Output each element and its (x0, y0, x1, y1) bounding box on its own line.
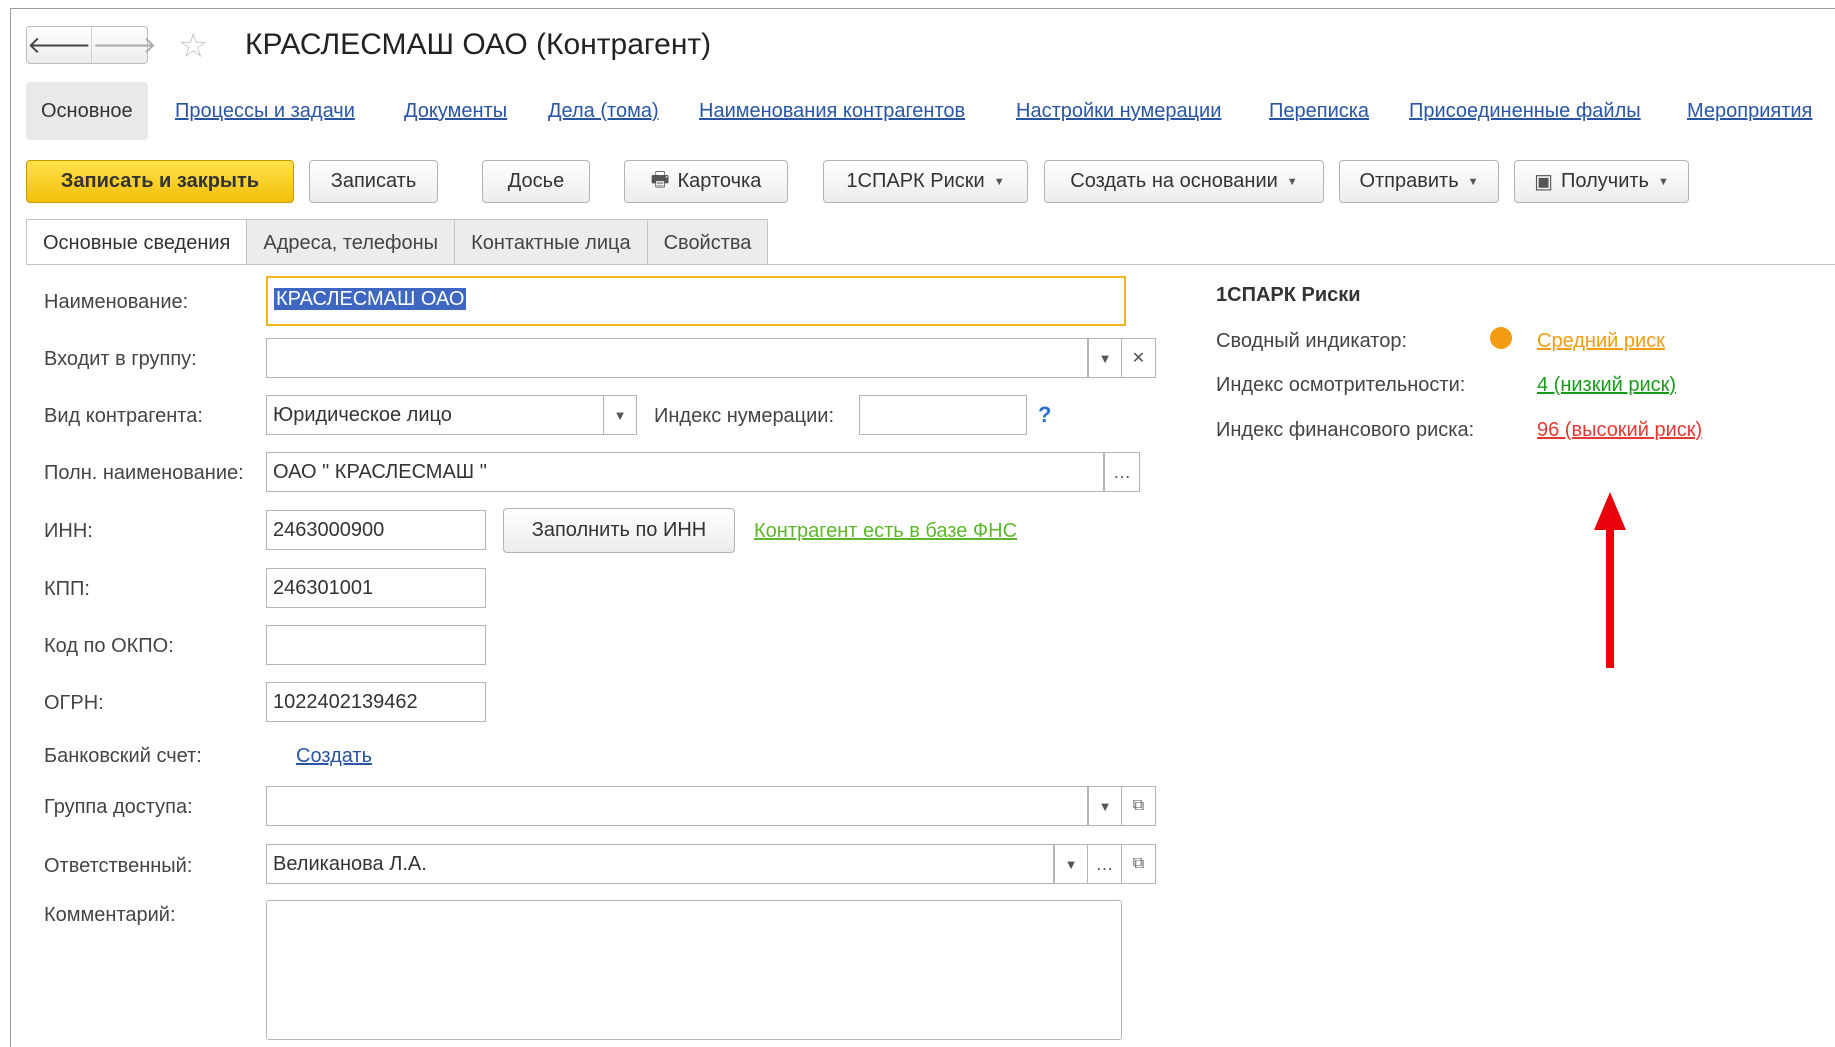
access-group-open-icon[interactable]: ⧉ (1122, 786, 1156, 826)
access-group-dropdown-icon[interactable]: ▼ (1088, 786, 1122, 826)
nav-item-attached-files[interactable]: Присоединенные файлы (1409, 100, 1641, 123)
kpp-field[interactable]: 246301001 (266, 568, 486, 608)
nav-item-numbering-settings[interactable]: Настройки нумерации (1016, 100, 1221, 123)
dossier-button[interactable]: Досье (482, 160, 590, 203)
group-label: Входит в группу: (44, 348, 197, 370)
tab-addresses-phones[interactable]: Адреса, телефоны (247, 219, 456, 265)
dropdown-caret-icon: ▼ (1467, 175, 1479, 188)
save-button[interactable]: Записать (309, 160, 438, 203)
group-clear-icon[interactable]: ✕ (1122, 338, 1156, 378)
access-group-label: Группа доступа: (44, 796, 193, 818)
nav-item-documents[interactable]: Документы (404, 100, 507, 123)
receive-button[interactable]: ▣ Получить ▼ (1514, 160, 1689, 203)
financial-risk-link[interactable]: 96 (высокий риск) (1537, 419, 1702, 442)
create-based-on-button[interactable]: Создать на основании ▼ (1044, 160, 1324, 203)
fill-by-inn-button[interactable]: Заполнить по ИНН (503, 508, 735, 553)
send-button[interactable]: Отправить ▼ (1339, 160, 1499, 203)
spark-risks-button[interactable]: 1СПАРК Риски ▼ (823, 160, 1028, 203)
kpp-label: КПП: (44, 578, 90, 600)
nav-item-files-volumes[interactable]: Дела (тома) (548, 100, 659, 123)
access-group-field[interactable] (266, 786, 1088, 826)
name-field[interactable]: КРАСЛЕСМАШ ОАО (266, 276, 1126, 326)
nav-item-correspondence[interactable]: Переписка (1269, 100, 1369, 123)
spark-risks-title: 1СПАРК Риски (1216, 284, 1361, 306)
inn-label: ИНН: (44, 520, 93, 542)
numbering-field[interactable] (859, 395, 1027, 435)
okpo-label: Код по ОКПО: (44, 635, 174, 657)
fullname-edit-icon[interactable]: … (1104, 452, 1140, 492)
responsible-field[interactable]: Великанова Л.А. (266, 844, 1054, 884)
name-label: Наименование: (44, 291, 189, 313)
history-nav: 🡐 🡒 (26, 26, 157, 64)
card-button[interactable]: 🖶 Карточка (624, 160, 788, 203)
printer-icon: 🖶 (650, 168, 670, 191)
forward-arrow-icon[interactable]: 🡒 (92, 27, 156, 63)
diligence-index-link[interactable]: 4 (низкий риск) (1537, 374, 1676, 397)
diligence-index-label: Индекс осмотрительности: (1216, 374, 1466, 396)
responsible-dropdown-icon[interactable]: ▼ (1054, 844, 1088, 884)
tab-properties[interactable]: Свойства (647, 219, 769, 265)
okpo-field[interactable] (266, 625, 486, 665)
bank-account-label: Банковский счет: (44, 745, 202, 767)
tab-divider (26, 264, 1835, 265)
back-arrow-icon[interactable]: 🡐 (27, 27, 93, 63)
favorite-star-icon[interactable]: ☆ (178, 26, 208, 66)
nav-item-processes[interactable]: Процессы и задачи (175, 100, 355, 123)
page-title: КРАСЛЕСМАШ ОАО (Контрагент) (245, 28, 712, 61)
financial-risk-label: Индекс финансового риска: (1216, 419, 1475, 441)
summary-risk-link[interactable]: Средний риск (1537, 330, 1665, 353)
save-and-close-button[interactable]: Записать и закрыть (26, 160, 294, 203)
type-field[interactable]: Юридическое лицо (266, 395, 606, 435)
tab-main-info[interactable]: Основные сведения (26, 219, 248, 265)
comment-textarea[interactable] (266, 900, 1122, 1040)
group-dropdown-icon[interactable]: ▼ (1088, 338, 1122, 378)
responsible-select-icon[interactable]: … (1088, 844, 1122, 884)
group-field[interactable] (266, 338, 1088, 378)
summary-indicator-label: Сводный индикатор: (1216, 330, 1408, 352)
ogrn-field[interactable]: 1022402139462 (266, 682, 486, 722)
dropdown-caret-icon: ▼ (993, 175, 1005, 188)
ogrn-label: ОГРН: (44, 692, 104, 714)
inn-field[interactable]: 2463000900 (266, 510, 486, 550)
fullname-field[interactable]: ОАО " КРАСЛЕСМАШ " (266, 452, 1104, 492)
nav-item-counterparty-names[interactable]: Наименования контрагентов (699, 100, 965, 123)
nav-item-events[interactable]: Мероприятия (1687, 100, 1812, 123)
tab-contact-persons[interactable]: Контактные лица (455, 219, 648, 265)
annotation-arrow-icon (1594, 492, 1626, 668)
fullname-label: Полн. наименование: (44, 462, 244, 484)
fns-database-link[interactable]: Контрагент есть в базе ФНС (754, 520, 1017, 543)
type-label: Вид контрагента: (44, 405, 203, 427)
responsible-label: Ответственный: (44, 855, 193, 877)
chart-doc-icon: ▣ (1534, 171, 1554, 193)
nav-item-main[interactable]: Основное (26, 82, 148, 140)
responsible-open-icon[interactable]: ⧉ (1122, 844, 1156, 884)
help-icon[interactable]: ? (1038, 402, 1051, 428)
risk-indicator-dot-icon (1490, 327, 1512, 349)
type-dropdown-icon[interactable]: ▼ (603, 395, 637, 435)
dropdown-caret-icon: ▼ (1286, 175, 1298, 188)
form-tabs: Основные сведения Адреса, телефоны Конта… (26, 219, 769, 265)
create-bank-account-link[interactable]: Создать (296, 745, 372, 768)
comment-label: Комментарий: (44, 904, 176, 926)
numbering-label: Индекс нумерации: (654, 405, 835, 427)
dropdown-caret-icon: ▼ (1657, 175, 1669, 188)
